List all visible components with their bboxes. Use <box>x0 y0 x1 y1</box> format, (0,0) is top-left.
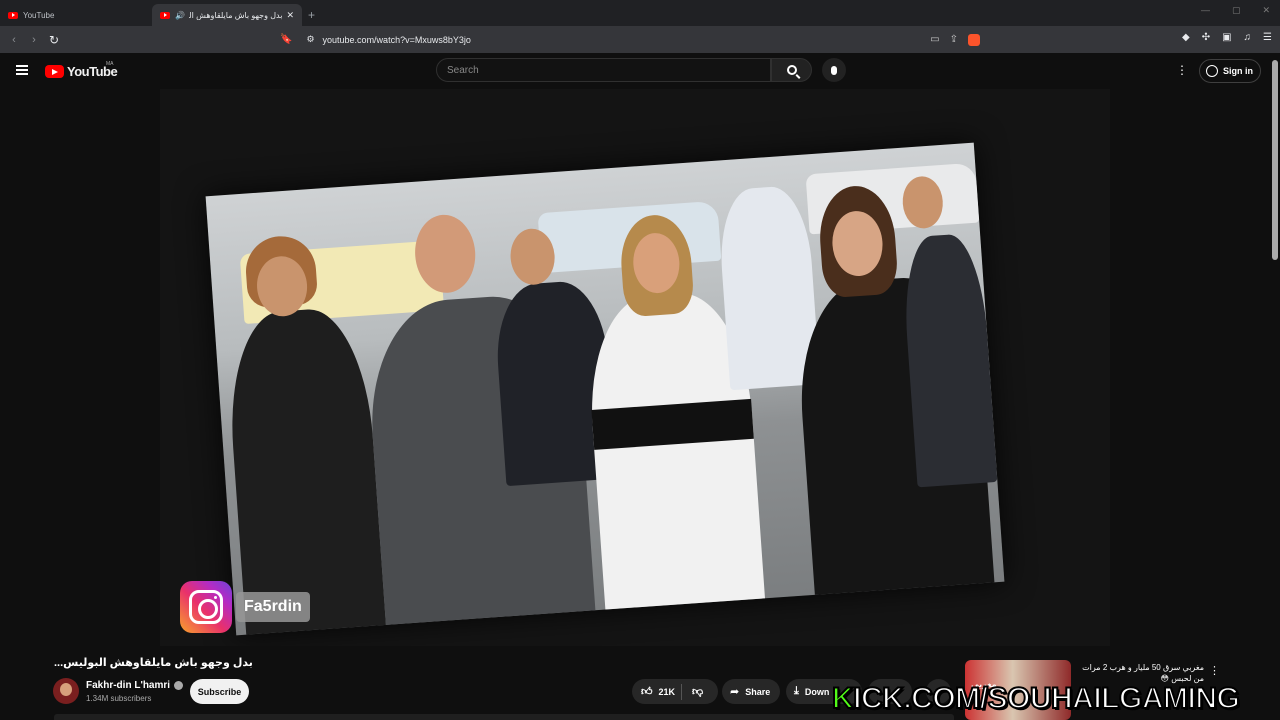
minimize-icon[interactable]: — <box>1201 5 1210 16</box>
search-input[interactable] <box>436 58 771 82</box>
brave-shield-icon[interactable] <box>968 33 980 46</box>
address-bar[interactable]: 🔖 ⚙ youtube.com/watch?v=Mxuws8bY3jo ▭ ⇪ <box>280 29 980 50</box>
instagram-handle: Fa5rdin <box>236 592 310 622</box>
wallet-icon[interactable]: ◆ <box>1182 32 1190 43</box>
divider <box>681 683 683 700</box>
like-dislike-group: 👍︎ 21K 👎︎ <box>632 679 718 704</box>
subscriber-count: 1.34M subscribers <box>86 694 152 703</box>
sign-in-button[interactable]: Sign in <box>1199 59 1261 83</box>
recommended-menu-icon[interactable]: ⋮ <box>1209 664 1220 677</box>
tab-video[interactable]: 🔊 بدل وجهو باش مايلقاوهش البو ✕ <box>152 4 302 26</box>
sidebar-icon[interactable]: ▣ <box>1222 32 1231 43</box>
video-title: بدل وجهو باش مايلقاوهش البوليس... <box>54 657 253 669</box>
share-label: Share <box>745 686 771 697</box>
channel-avatar[interactable] <box>53 678 79 704</box>
address-actions: ▭ ⇪ <box>930 33 980 46</box>
cast-icon[interactable]: ▭ <box>930 34 939 45</box>
kick-watermark-prefix: K <box>831 681 855 716</box>
settings-kebab-icon[interactable]: ⋮ <box>1176 63 1188 77</box>
search-icon <box>786 65 797 75</box>
thumbs-up-icon[interactable]: 👍︎ <box>641 685 653 698</box>
microphone-icon <box>831 65 837 75</box>
forward-icon[interactable]: › <box>24 34 44 46</box>
browser-tab-bar: YouTube 🔊 بدل وجهو باش مايلقاوهش البو ✕ … <box>0 0 1280 26</box>
share-page-icon[interactable]: ⇪ <box>950 34 958 45</box>
kick-watermark-rest: ICK.COM/SOUHAILGAMING <box>852 681 1241 716</box>
browser-menu-icon[interactable]: ☰ <box>1263 32 1272 43</box>
media-icon[interactable]: ♫ <box>1244 32 1252 43</box>
browser-toolbar: ‹ › ↻ 🔖 ⚙ youtube.com/watch?v=Mxuws8bY3j… <box>0 26 1280 53</box>
country-code: MA <box>106 61 114 67</box>
like-count[interactable]: 21K <box>659 687 676 697</box>
reload-icon[interactable]: ↻ <box>44 33 64 47</box>
kick-watermark: KICK.COM/SOUHAILGAMING <box>831 681 1241 716</box>
thumbs-down-icon[interactable]: 👎︎ <box>692 685 703 698</box>
url-text[interactable]: youtube.com/watch?v=Mxuws8bY3jo <box>323 35 471 45</box>
new-tab-button[interactable]: + <box>308 4 315 26</box>
hamburger-menu-icon[interactable] <box>16 65 28 75</box>
download-icon: ⤓ <box>794 685 799 697</box>
close-window-icon[interactable]: ✕ <box>1262 5 1270 16</box>
video-frame-photo <box>205 142 1005 636</box>
search-box <box>436 58 812 82</box>
tab-title: بدل وجهو باش مايلقاوهش البو <box>188 10 283 20</box>
youtube-favicon-icon <box>160 11 170 19</box>
window-controls: — ▢ ✕ <box>1201 5 1270 16</box>
subscribe-button[interactable]: Subscribe <box>190 679 249 704</box>
instagram-overlay: Fa5rdin <box>180 581 310 633</box>
speaker-icon[interactable]: 🔊 <box>175 11 185 20</box>
instagram-icon <box>180 581 232 633</box>
youtube-play-icon <box>45 65 64 78</box>
account-icon <box>1206 65 1218 77</box>
download-label: Down <box>804 686 830 697</box>
voice-search-button[interactable] <box>822 58 846 82</box>
channel-name[interactable]: Fakhr-din L'hamri <box>86 680 170 691</box>
recommended-title[interactable]: مغربي سرق 50 مليار و هرب 2 مرات من لحبس … <box>1074 662 1204 684</box>
youtube-favicon-icon <box>8 11 18 19</box>
site-info-icon[interactable]: ⚙ <box>306 34 314 45</box>
share-button[interactable]: ➦ Share <box>722 679 780 704</box>
close-tab-icon[interactable]: ✕ <box>286 10 294 21</box>
verified-icon <box>174 681 184 690</box>
page-scrollbar[interactable] <box>1272 60 1278 260</box>
sign-in-label: Sign in <box>1223 66 1253 76</box>
search-button[interactable] <box>771 58 812 82</box>
channel-name-row[interactable]: Fakhr-din L'hamri <box>86 680 184 691</box>
extensions-area: ◆ ✣ ▣ ♫ ☰ <box>1182 32 1272 43</box>
video-player[interactable]: Fa5rdin <box>160 89 1110 646</box>
bookmark-icon[interactable]: 🔖 <box>280 34 292 45</box>
back-icon[interactable]: ‹ <box>4 34 24 46</box>
extensions-icon[interactable]: ✣ <box>1202 32 1210 43</box>
tab-youtube[interactable]: YouTube <box>0 4 152 26</box>
share-icon: ➦ <box>730 686 740 698</box>
description-box-edge <box>54 714 954 720</box>
tab-title: YouTube <box>23 10 55 20</box>
maximize-icon[interactable]: ▢ <box>1232 5 1241 16</box>
